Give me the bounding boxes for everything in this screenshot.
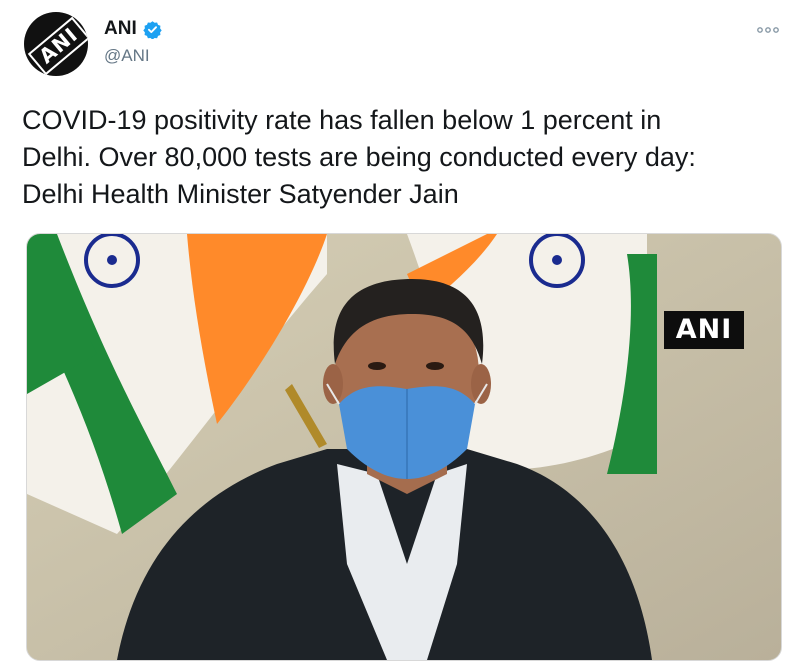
more-options-icon[interactable]	[754, 20, 782, 40]
author-name-row: ANI	[104, 18, 162, 40]
tweet-media-photo[interactable]: ANI	[26, 233, 782, 661]
minister-photo-illustration	[27, 234, 781, 660]
tweet-card: ANI ANI @ANI COVID-19 positivity rate ha…	[0, 0, 800, 669]
author-avatar[interactable]: ANI	[24, 12, 88, 76]
verified-badge-icon	[143, 20, 162, 39]
ani-logo-icon: ANI	[27, 16, 88, 76]
author-handle[interactable]: @ANI	[104, 46, 150, 66]
author-display-name[interactable]: ANI	[104, 18, 137, 40]
ani-watermark: ANI	[664, 311, 744, 349]
tweet-text: COVID-19 positivity rate has fallen belo…	[22, 105, 696, 209]
